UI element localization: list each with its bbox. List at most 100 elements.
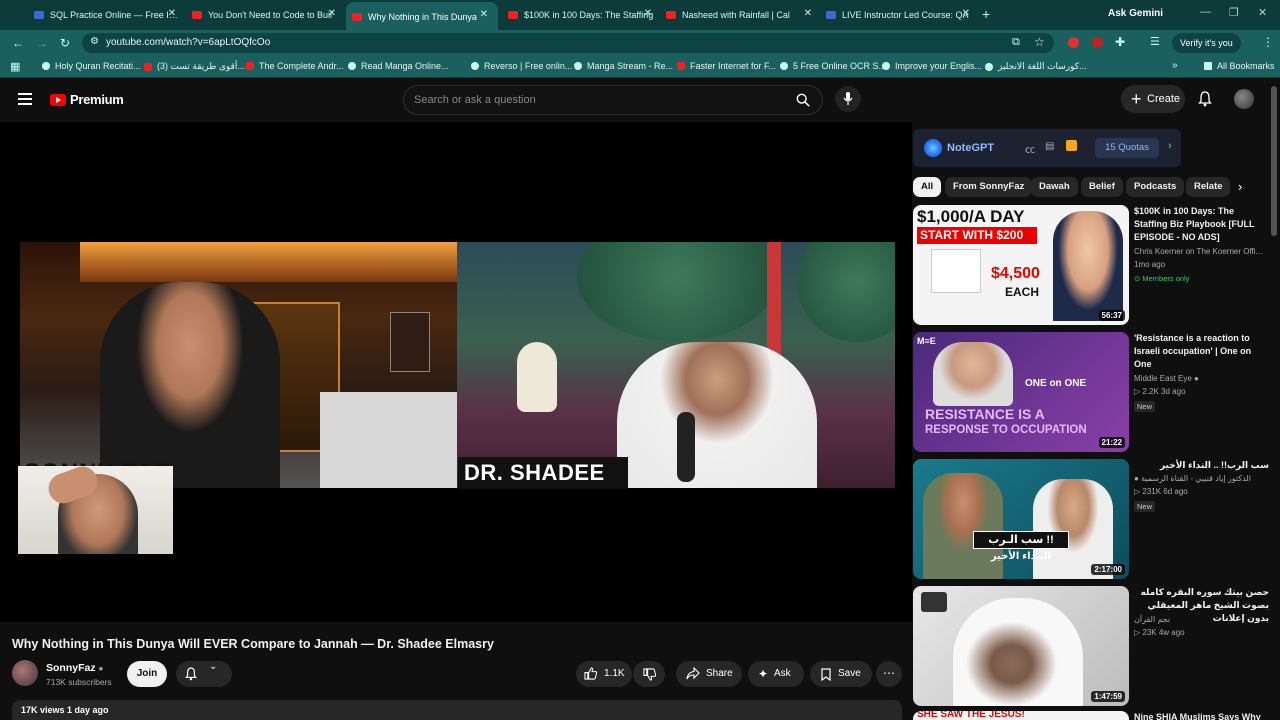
profile-verify-button[interactable]: Verify it's you: [1172, 33, 1241, 53]
notifications-bell-icon[interactable]: [1198, 91, 1212, 107]
create-label: Create: [1147, 93, 1181, 105]
extensions-puzzle-icon[interactable]: ✚: [1115, 35, 1125, 49]
video-thumbnail[interactable]: M≡E ONE on ONE RESISTANCE IS A RESPONSE …: [913, 332, 1129, 452]
extension-icon[interactable]: [1068, 37, 1079, 48]
apps-grid-icon[interactable]: ▦: [10, 60, 20, 73]
chip-dawah[interactable]: Dawah: [1031, 177, 1078, 197]
recommended-video[interactable]: 1:47:59 حصن بيتك سوره البقره كامله بصوت …: [913, 586, 1273, 706]
like-button[interactable]: 1.1K: [576, 661, 632, 687]
bookmark-item[interactable]: Read Manga Online...: [348, 61, 449, 71]
tab-close-icon[interactable]: ✕: [480, 9, 488, 20]
channel-name[interactable]: ● الدكتور إياد قنيبي - القناة الرسمية: [1134, 473, 1269, 485]
more-bookmarks-icon[interactable]: »: [1172, 60, 1178, 71]
channel-name[interactable]: SonnyFaz ●: [46, 662, 103, 674]
bookmark-item[interactable]: Holy Quran Recitati...: [42, 61, 141, 71]
ask-button[interactable]: ✦ Ask: [748, 661, 804, 687]
gift-icon[interactable]: [1066, 140, 1077, 151]
chip-all[interactable]: All: [913, 177, 942, 197]
voice-search-button[interactable]: [835, 86, 861, 112]
save-button[interactable]: Save: [810, 661, 872, 687]
bookmark-item[interactable]: Faster Internet for F...: [677, 61, 776, 71]
chips-next-icon[interactable]: ›: [1238, 179, 1242, 194]
browser-tab[interactable]: $100K in 100 Days: The Staffing ✕: [508, 4, 654, 26]
all-bookmarks-button[interactable]: All Bookmarks: [1204, 61, 1275, 71]
chip-podcasts[interactable]: Podcasts: [1126, 177, 1185, 197]
video-title[interactable]: سب الرب!! .. النداء الأخير: [1134, 459, 1269, 472]
quotas-badge[interactable]: 15 Quotas: [1095, 138, 1159, 158]
video-thumbnail[interactable]: 1:47:59: [913, 586, 1129, 706]
captions-icon[interactable]: ㏄: [1025, 141, 1035, 156]
recommended-video[interactable]: سب الـرب !! النـداء الأخير 2:17:00 سب ال…: [913, 459, 1273, 579]
join-button[interactable]: Join: [127, 661, 167, 687]
tab-title: $100K in 100 Days: The Staffing: [524, 10, 654, 20]
share-button[interactable]: Share: [676, 661, 742, 687]
reading-list-icon[interactable]: ☰: [1150, 35, 1160, 48]
bookmark-item[interactable]: Manga Stream - Re...: [574, 61, 673, 71]
video-thumbnail[interactable]: سب الـرب !! النـداء الأخير 2:17:00: [913, 459, 1129, 579]
notifications-toggle-button[interactable]: ⌄: [176, 661, 232, 687]
video-player[interactable]: SONNY FAZ DR. SHADEE: [0, 122, 912, 622]
bookmark-item[interactable]: كورسات اللغة الانجليز...: [985, 61, 1087, 72]
bookmark-item[interactable]: 5 Free Online OCR S...: [780, 61, 886, 71]
bookmark-star-icon[interactable]: ☆: [1034, 35, 1045, 49]
video-title[interactable]: Nine SHIA Muslims Says Why: [1134, 711, 1269, 720]
bookmark-item[interactable]: The Complete Andr...: [246, 61, 344, 71]
video-title[interactable]: $100K in 100 Days: The Staffing Biz Play…: [1134, 205, 1269, 244]
create-button[interactable]: Create: [1121, 85, 1185, 113]
restore-icon[interactable]: ❐: [1229, 6, 1239, 19]
recommended-video[interactable]: $1,000/A DAY START WITH $200 $4,500 EACH…: [913, 205, 1273, 325]
tab-close-icon[interactable]: ✕: [328, 8, 336, 19]
page-scrollbar[interactable]: [1271, 86, 1277, 236]
extension-icon[interactable]: [1092, 37, 1103, 48]
browser-tab[interactable]: You Don't Need to Code to Buil ✕: [192, 4, 338, 26]
user-avatar[interactable]: [1234, 89, 1254, 109]
browser-tab[interactable]: SQL Practice Online — Free Inte ✕: [34, 4, 178, 26]
site-info-icon[interactable]: ⚙: [90, 36, 99, 47]
video-thumbnail[interactable]: SHE SAW THE JESUS!: [913, 711, 1129, 720]
microphone-icon: [843, 92, 853, 105]
browser-tab[interactable]: LIVE Instructor Led Course: QA ✕: [826, 4, 972, 26]
channel-name[interactable]: Chris Koerner on The Koerner Offi...: [1134, 246, 1269, 258]
ask-gemini-button[interactable]: Ask Gemini: [1108, 8, 1163, 19]
browser-tab-active[interactable]: Why Nothing in This Dunya ✕: [346, 2, 498, 30]
tab-close-icon[interactable]: ✕: [644, 8, 652, 19]
install-app-icon[interactable]: ⧉: [1012, 36, 1020, 49]
bookmark-item[interactable]: Reverso | Free onlin...: [471, 61, 572, 71]
more-actions-icon[interactable]: ⋯: [876, 661, 902, 687]
notegpt-panel[interactable]: NoteGPT ㏄ ▤ 15 Quotas ›: [913, 129, 1181, 167]
tab-title: Nasheed with Rainfall | Cal: [682, 10, 790, 20]
tab-close-icon[interactable]: ✕: [962, 8, 970, 19]
minimize-icon[interactable]: —: [1200, 6, 1211, 18]
reload-icon[interactable]: ↻: [60, 36, 70, 50]
chip-belief[interactable]: Belief: [1081, 177, 1123, 197]
forward-icon[interactable]: →: [36, 36, 48, 50]
recommended-video[interactable]: M≡E ONE on ONE RESISTANCE IS A RESPONSE …: [913, 332, 1273, 452]
tab-close-icon[interactable]: ✕: [168, 8, 176, 19]
chevron-right-icon[interactable]: ›: [1168, 140, 1172, 152]
new-tab-button[interactable]: +: [982, 6, 990, 22]
transcript-icon[interactable]: ▤: [1045, 141, 1054, 152]
channel-avatar[interactable]: [12, 660, 38, 686]
chip-related[interactable]: Relate: [1186, 177, 1230, 197]
hamburger-menu-icon[interactable]: [18, 93, 32, 105]
close-window-icon[interactable]: ✕: [1258, 6, 1267, 19]
video-thumbnail[interactable]: $1,000/A DAY START WITH $200 $4,500 EACH…: [913, 205, 1129, 325]
search-input[interactable]: Search or ask a question: [403, 85, 823, 115]
thumb-text: $4,500: [991, 265, 1040, 282]
bookmark-item[interactable]: Improve your Englis...: [882, 61, 982, 71]
video-title[interactable]: 'Resistance is a reaction to Israeli occ…: [1134, 332, 1269, 371]
channel-name[interactable]: نجم القرآن: [1134, 614, 1269, 626]
browser-tab[interactable]: Nasheed with Rainfall | Cal ✕: [666, 4, 814, 26]
bookmark-item[interactable]: (3) أقوى طريقة تست...: [144, 61, 245, 72]
chip-from-channel[interactable]: From SonnyFaz: [945, 177, 1033, 197]
address-bar[interactable]: ⚙ youtube.com/watch?v=6apLtOQfcOo ⧉ ☆: [82, 33, 1054, 53]
channel-name[interactable]: Middle East Eye ●: [1134, 373, 1269, 385]
tab-close-icon[interactable]: ✕: [804, 8, 812, 19]
thumb-text: سب الـرب !!: [973, 531, 1069, 549]
youtube-logo[interactable]: Premium: [50, 92, 124, 107]
browser-menu-icon[interactable]: ⋮: [1262, 35, 1274, 49]
dislike-button[interactable]: [633, 661, 665, 687]
back-icon[interactable]: ←: [12, 36, 24, 50]
members-only-badge: ⊙ Members only: [1134, 273, 1192, 284]
search-icon[interactable]: [796, 93, 810, 107]
